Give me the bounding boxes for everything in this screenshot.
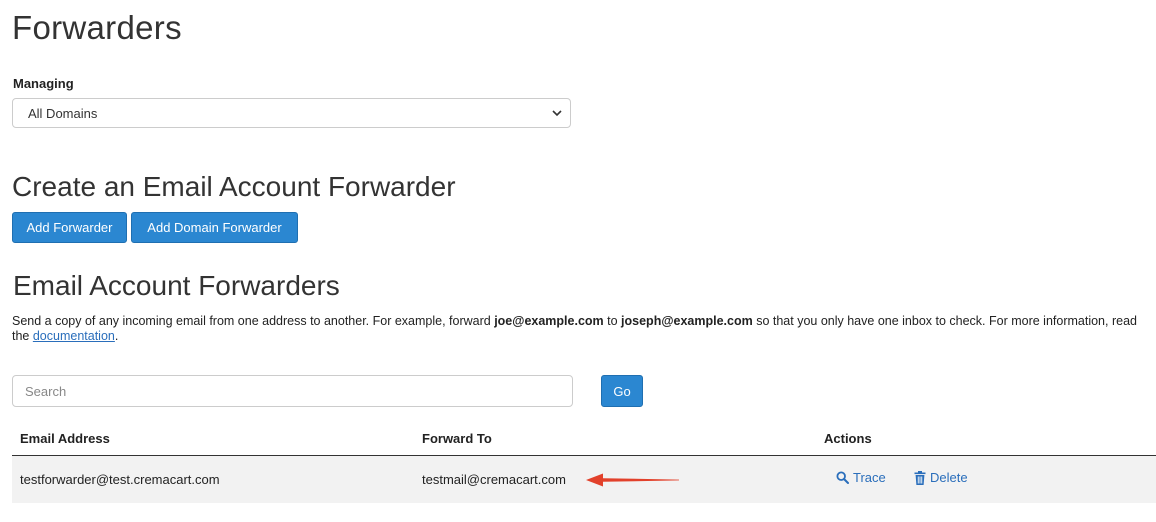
domain-select[interactable]: All Domains xyxy=(12,98,571,128)
search-icon xyxy=(836,471,849,484)
column-header-email[interactable]: Email Address xyxy=(20,431,110,446)
delete-action[interactable]: Delete xyxy=(914,470,968,485)
create-forwarder-heading: Create an Email Account Forwarder xyxy=(12,171,456,202)
row-forward-to: testmail@cremacart.com xyxy=(422,472,566,487)
domain-select-value: All Domains xyxy=(28,105,98,121)
delete-label: Delete xyxy=(930,470,968,485)
add-domain-forwarder-button[interactable]: Add Domain Forwarder xyxy=(131,212,298,243)
managing-label: Managing xyxy=(13,76,74,91)
trace-label: Trace xyxy=(853,470,886,485)
red-arrow-annotation xyxy=(586,473,679,487)
search-input[interactable] xyxy=(12,375,573,407)
column-header-actions: Actions xyxy=(824,431,872,446)
add-forwarder-button[interactable]: Add Forwarder xyxy=(12,212,127,243)
trace-action[interactable]: Trace xyxy=(836,470,886,485)
row-email-address: testforwarder@test.cremacart.com xyxy=(20,472,220,487)
email-forwarders-heading: Email Account Forwarders xyxy=(13,270,340,301)
forwarders-description: Send a copy of any incoming email from o… xyxy=(12,314,1137,343)
go-button[interactable]: Go xyxy=(601,375,643,407)
column-header-forward-to[interactable]: Forward To xyxy=(422,431,492,446)
chevron-down-icon xyxy=(552,110,562,117)
page-title: Forwarders xyxy=(12,9,182,46)
trash-icon xyxy=(914,470,926,485)
documentation-link[interactable]: documentation xyxy=(33,329,115,343)
